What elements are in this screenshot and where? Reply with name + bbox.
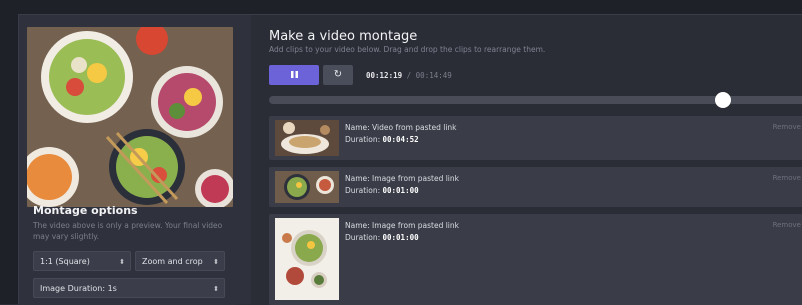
- preview-note: The video above is only a preview. Your …: [33, 221, 223, 241]
- clip-name: Name: Image from pasted link: [345, 221, 459, 230]
- clip-duration: Duration: 00:04:52: [345, 135, 419, 144]
- clip-name-value: Image from pasted link: [372, 221, 459, 230]
- left-panel: Montage options The video above is only …: [19, 15, 237, 305]
- clip-duration-label: Duration:: [345, 135, 381, 144]
- clip-duration-label: Duration:: [345, 186, 381, 195]
- pause-icon: [290, 71, 298, 78]
- clip-item[interactable]: Name: Video from pasted link Duration: 0…: [269, 116, 802, 160]
- clip-thumbnail: [275, 218, 339, 300]
- clip-name: Name: Image from pasted link: [345, 174, 459, 183]
- clip-duration-value: 00:01:00: [382, 186, 419, 195]
- clip-duration: Duration: 00:01:00: [345, 233, 419, 242]
- editor-panel: Make a video montage Add clips to your v…: [251, 15, 802, 305]
- clip-thumbnail-image: [275, 120, 339, 156]
- clip-name-label: Name:: [345, 174, 370, 183]
- pause-button[interactable]: [269, 65, 319, 85]
- clip-item[interactable]: Name: Image from pasted link Duration: 0…: [269, 167, 802, 207]
- clip-thumbnail: [275, 171, 339, 203]
- fit-mode-select[interactable]: Zoom and crop ⬍: [135, 251, 225, 271]
- clip-thumbnail-image: [275, 218, 339, 300]
- clip-name-label: Name:: [345, 221, 370, 230]
- clip-duration-label: Duration:: [345, 233, 381, 242]
- restart-button[interactable]: ↻: [323, 65, 353, 85]
- montage-options-title: Montage options: [33, 204, 138, 217]
- clip-item[interactable]: Name: Image from pasted link Duration: 0…: [269, 214, 802, 305]
- image-duration-select[interactable]: Image Duration: 1s ⬍: [33, 278, 225, 298]
- clip-duration: Duration: 00:01:00: [345, 186, 419, 195]
- time-separator: /: [406, 71, 412, 80]
- image-duration-value: Image Duration: 1s: [40, 284, 117, 293]
- clip-thumbnail-image: [275, 171, 339, 203]
- select-arrows-icon: ⬍: [119, 258, 125, 266]
- aspect-ratio-value: 1:1 (Square): [40, 257, 90, 266]
- playback-time: 00:12:19 / 00:14:49: [366, 71, 452, 80]
- montage-app: Montage options The video above is only …: [18, 14, 802, 305]
- page-subtitle: Add clips to your video below. Drag and …: [269, 45, 546, 54]
- clip-name-label: Name:: [345, 123, 370, 132]
- slider-handle[interactable]: [714, 92, 731, 108]
- fit-mode-value: Zoom and crop: [142, 257, 203, 266]
- video-preview[interactable]: [27, 27, 233, 207]
- clip-name-value: Image from pasted link: [372, 174, 459, 183]
- aspect-ratio-select[interactable]: 1:1 (Square) ⬍: [33, 251, 131, 271]
- restart-icon: ↻: [333, 69, 343, 80]
- app-frame: Montage options The video above is only …: [0, 0, 802, 305]
- select-arrows-icon: ⬍: [213, 258, 219, 266]
- clip-duration-value: 00:01:00: [382, 233, 419, 242]
- select-arrows-icon: ⬍: [213, 285, 219, 293]
- remove-clip-button[interactable]: Remove: [773, 174, 801, 182]
- clip-duration-value: 00:04:52: [382, 135, 419, 144]
- playback-slider[interactable]: [269, 92, 802, 108]
- total-time: 00:14:49: [415, 71, 452, 80]
- remove-clip-button[interactable]: Remove: [773, 123, 801, 131]
- page-title: Make a video montage: [269, 29, 418, 44]
- remove-clip-button[interactable]: Remove: [773, 221, 801, 229]
- clip-name: Name: Video from pasted link: [345, 123, 457, 132]
- preview-food-image: [27, 27, 233, 207]
- clip-name-value: Video from pasted link: [372, 123, 457, 132]
- clip-thumbnail: [275, 120, 339, 156]
- current-time: 00:12:19: [366, 71, 403, 80]
